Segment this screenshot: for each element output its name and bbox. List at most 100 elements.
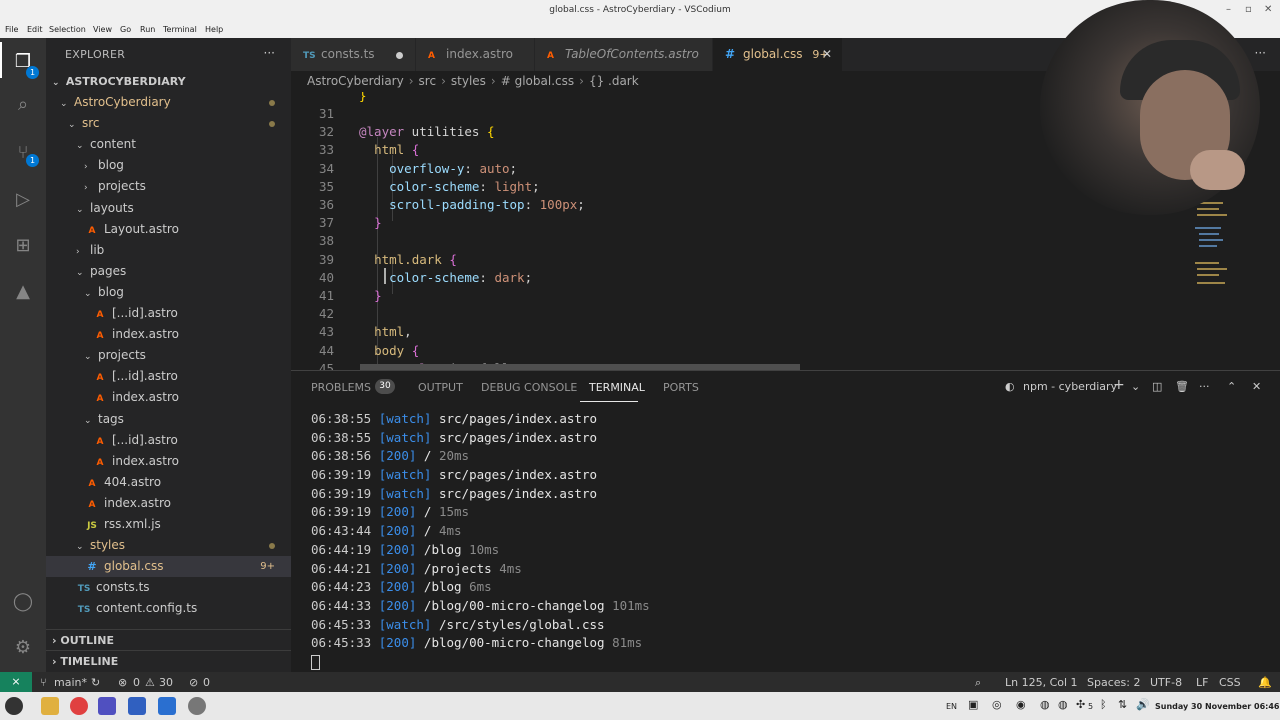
timeline-section[interactable]: › TIMELINE: [46, 650, 291, 671]
folder-item[interactable]: ⌄ blog: [46, 282, 291, 303]
file-item[interactable]: Aindex.astro: [46, 493, 291, 514]
app-icon[interactable]: [98, 697, 116, 715]
tab-index-astro[interactable]: Aindex.astro: [416, 38, 535, 71]
menu-help[interactable]: Help: [205, 25, 223, 34]
tab-terminal[interactable]: TERMINAL: [589, 381, 645, 394]
keyboard-layout[interactable]: EN: [946, 702, 957, 711]
file-item[interactable]: A Layout.astro: [46, 219, 291, 240]
vscodium-icon[interactable]: [158, 697, 176, 715]
split-terminal-icon[interactable]: ◫: [1152, 380, 1162, 393]
terminal-output[interactable]: 06:38:55 [watch] src/pages/index.astro 0…: [311, 410, 650, 672]
zoom-icon[interactable]: ⌕: [975, 676, 981, 690]
folder-item[interactable]: ⌄ pages: [46, 261, 291, 282]
tab-tableofcontents-astro[interactable]: A TableOfContents.astro: [535, 38, 713, 71]
folder-item[interactable]: ⌄ tags: [46, 409, 291, 430]
sync-icon[interactable]: ↻: [91, 676, 100, 689]
file-item[interactable]: Aindex.astro: [46, 387, 291, 408]
editor-app-icon[interactable]: [128, 697, 146, 715]
ports-count[interactable]: 0: [203, 676, 210, 689]
folder-item[interactable]: › blog: [46, 155, 291, 176]
maximize-icon[interactable]: ▫: [1245, 4, 1252, 15]
menu-terminal[interactable]: Terminal: [163, 25, 197, 34]
breadcrumb-item[interactable]: {} .dark: [589, 74, 639, 88]
folder-item[interactable]: ⌄ AstroCyberdiary: [46, 92, 291, 113]
more-actions-icon[interactable]: ···: [264, 46, 275, 60]
workspace-root[interactable]: ⌄ ASTROCYBERDIARY: [46, 71, 291, 92]
language-mode[interactable]: CSS: [1219, 676, 1241, 689]
obs-icon[interactable]: [188, 697, 206, 715]
folder-item[interactable]: › projects: [46, 176, 291, 197]
menu-go[interactable]: Go: [120, 25, 131, 34]
astro-icon[interactable]: ▲: [11, 280, 35, 304]
clock[interactable]: Sunday 30 November 06:46: [1155, 702, 1279, 711]
terminal-name[interactable]: npm - cyberdiary: [1023, 380, 1117, 393]
tray-icon[interactable]: ◎: [992, 698, 1002, 711]
volume-icon[interactable]: 🔊: [1136, 698, 1150, 711]
folder-item[interactable]: › lib: [46, 240, 291, 261]
close-panel-icon[interactable]: ✕: [1252, 380, 1261, 393]
browser-icon[interactable]: [70, 697, 88, 715]
file-item[interactable]: A 404.astro: [46, 472, 291, 493]
folder-item[interactable]: ⌄ styles: [46, 535, 291, 556]
breadcrumb-item[interactable]: styles: [451, 74, 486, 88]
unsaved-dot-icon[interactable]: [396, 52, 403, 59]
error-count[interactable]: 0: [133, 676, 140, 689]
extensions-icon[interactable]: ⊞: [11, 234, 35, 258]
menu-run[interactable]: Run: [140, 25, 155, 34]
tray-icon[interactable]: ✣: [1076, 698, 1085, 711]
file-item[interactable]: JS rss.xml.js: [46, 514, 291, 535]
menu-view[interactable]: View: [93, 25, 112, 34]
close-window-icon[interactable]: ✕: [1264, 4, 1272, 15]
file-item[interactable]: Aindex.astro: [46, 451, 291, 472]
file-item[interactable]: A [...id].astro: [46, 366, 291, 387]
file-item[interactable]: # global.css 9+: [46, 556, 291, 578]
account-icon[interactable]: ◯: [11, 590, 35, 614]
encoding[interactable]: UTF-8: [1150, 676, 1182, 689]
menu-edit[interactable]: Edit: [27, 25, 43, 34]
trash-icon[interactable]: 🗑: [1175, 380, 1189, 393]
breadcrumb-item[interactable]: # global.css: [501, 74, 574, 88]
app-menu-icon[interactable]: [5, 697, 23, 715]
folder-item[interactable]: ⌄ src: [46, 113, 291, 134]
indentation[interactable]: Spaces: 2: [1087, 676, 1140, 689]
breadcrumb-item[interactable]: AstroCyberdiary: [307, 74, 404, 88]
folder-item[interactable]: ⌄ layouts: [46, 198, 291, 219]
file-item[interactable]: Aindex.astro: [46, 324, 291, 345]
tray-icon[interactable]: ◍: [1040, 698, 1050, 711]
folder-item[interactable]: ⌄ projects: [46, 345, 291, 366]
notifications-icon[interactable]: 🔔: [1258, 676, 1272, 689]
breadcrumb-item[interactable]: src: [419, 74, 437, 88]
run-debug-icon[interactable]: ▷: [11, 188, 35, 212]
files-icon[interactable]: [41, 697, 59, 715]
minimize-icon[interactable]: –: [1226, 4, 1231, 15]
chevron-down-icon[interactable]: ⌄: [1131, 380, 1140, 393]
terminal-prompt[interactable]: [311, 653, 650, 672]
more-actions-icon[interactable]: ···: [1199, 380, 1210, 393]
bluetooth-icon[interactable]: ᛒ: [1100, 698, 1107, 711]
file-item[interactable]: A [...id].astro: [46, 430, 291, 451]
tray-icon[interactable]: ◍: [1058, 698, 1068, 711]
warning-count[interactable]: 30: [159, 676, 173, 689]
end-of-line[interactable]: LF: [1196, 676, 1208, 689]
network-icon[interactable]: ⇅: [1118, 698, 1127, 711]
settings-gear-icon[interactable]: ⚙: [11, 636, 35, 660]
new-terminal-icon[interactable]: +: [1113, 377, 1125, 393]
search-icon[interactable]: ⌕: [11, 93, 35, 117]
file-item[interactable]: TS consts.ts: [46, 577, 291, 598]
tab-global-css[interactable]: # global.css 9+ ✕: [713, 38, 843, 71]
maximize-panel-icon[interactable]: ⌃: [1227, 380, 1236, 393]
tab-problems[interactable]: PROBLEMS: [311, 381, 371, 394]
folder-item[interactable]: ⌄ content: [46, 134, 291, 155]
tab-ports[interactable]: PORTS: [663, 381, 699, 394]
tab-consts-ts[interactable]: TS consts.ts: [291, 38, 416, 71]
outline-section[interactable]: › OUTLINE: [46, 629, 291, 650]
editor-more-icon[interactable]: ···: [1255, 46, 1266, 60]
close-tab-icon[interactable]: ✕: [822, 38, 832, 71]
tray-icon[interactable]: ▣: [968, 698, 978, 711]
file-item[interactable]: A [...id].astro: [46, 303, 291, 324]
remote-indicator-icon[interactable]: ⨯: [0, 672, 32, 692]
menu-selection[interactable]: Selection: [49, 25, 86, 34]
cursor-position[interactable]: Ln 125, Col 1: [1005, 676, 1078, 689]
tray-icon[interactable]: ◉: [1016, 698, 1026, 711]
tab-output[interactable]: OUTPUT: [418, 381, 463, 394]
